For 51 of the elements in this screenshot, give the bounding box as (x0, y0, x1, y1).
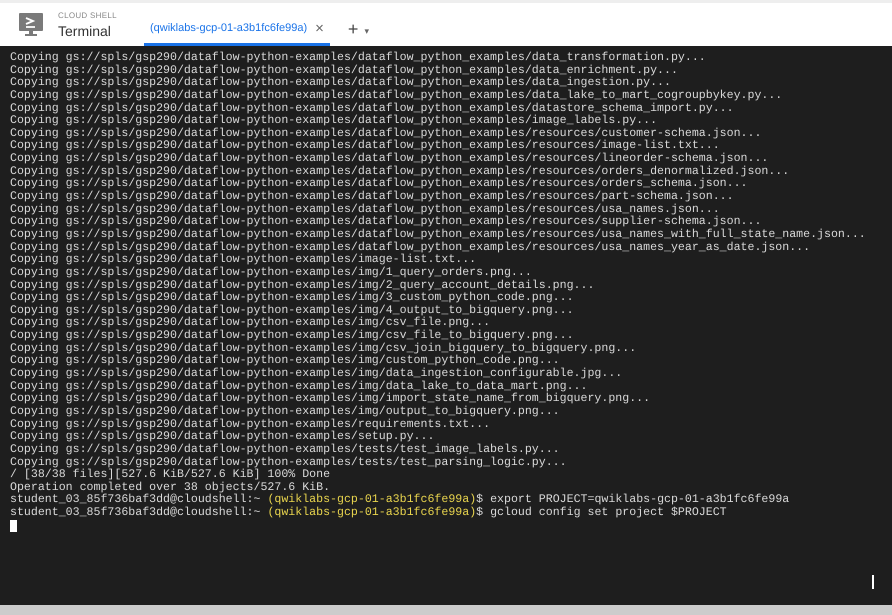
output-line: Copying gs://spls/gsp290/dataflow-python-examples/dataflow_python_examples/data_lake_to_mart_cogroupbykey.py... (10, 90, 784, 102)
output-line: Copying gs://spls/gsp290/dataflow-python-examples/img/csv_file.png... (10, 317, 492, 330)
output-line: Copying gs://spls/gsp290/dataflow-python-examples/dataflow_python_examples/resources/customer-schema.json... (10, 128, 762, 140)
output-line: Operation completed over 38 objects/527.6 KiB. (10, 482, 330, 494)
output-line: Copying gs://spls/gsp290/dataflow-python-examples/dataflow_python_examples/data_ingestion.py... (10, 77, 672, 90)
output-line: Copying gs://spls/gsp290/dataflow-python-examples/dataflow_python_examples/resources/image-list.txt... (10, 140, 721, 152)
output-line: Copying gs://spls/gsp290/dataflow-python-examples/img/data_ingestion_configurable.jpg... (10, 368, 624, 380)
output-line: Copying gs://spls/gsp290/dataflow-python-examples/dataflow_python_examples/resources/supplier-schema.json... (10, 216, 762, 228)
output-line: Copying gs://spls/gsp290/dataflow-python-examples/dataflow_python_examples/datastore_schema_import.py... (10, 102, 735, 115)
output-line: Copying gs://spls/gsp290/dataflow-python-examples/tests/test_image_labels.py... (10, 444, 561, 456)
output-line: Copying gs://spls/gsp290/dataflow-python-examples/image-list.txt... (10, 254, 478, 266)
output-line: Copying gs://spls/gsp290/dataflow-python-examples/dataflow_python_examples/resources/lineorder-schema.json... (10, 153, 770, 166)
output-line: Copying gs://spls/gsp290/dataflow-python-examples/tests/test_parsing_logic.py... (10, 456, 568, 468)
command-text: $ export PROJECT=qwiklabs-gcp-01-a3b1fc6fe99a (476, 493, 790, 506)
output-line: Copying gs://spls/gsp290/dataflow-python-examples/requirements.txt... (10, 418, 492, 431)
output-line: Copying gs://spls/gsp290/dataflow-python-examples/img/csv_file_to_bigquery.png... (10, 330, 575, 342)
add-tab-icon[interactable]: + (348, 9, 358, 40)
output-line: Copying gs://spls/gsp290/dataflow-python-examples/dataflow_python_examples/resources/part-schema.json... (10, 191, 735, 204)
terminal-pane[interactable] (0, 46, 892, 605)
output-line: Copying gs://spls/gsp290/dataflow-python-examples/dataflow_python_examples/resources/orders_denormalized.json... (10, 166, 790, 178)
terminal-monitor-icon (18, 12, 44, 38)
output-line: Copying gs://spls/gsp290/dataflow-python-examples/img/1_query_orders.png... (10, 266, 533, 280)
command-text: $ gcloud config set project $PROJECT (476, 506, 727, 520)
caret-icon[interactable]: ▾ (364, 14, 370, 36)
output-line: Copying gs://spls/gsp290/dataflow-python-examples/dataflow_python_examples/data_transformation.py... (10, 52, 707, 64)
output-line: Copying gs://spls/gsp290/dataflow-python-examples/img/custom_python_code.png... (10, 355, 561, 368)
app-subtitle: CLOUD SHELL (58, 10, 118, 20)
prompt-project: (qwiklabs-gcp-01-a3b1fc6fe99a) (267, 493, 476, 506)
block-cursor (10, 520, 17, 532)
prompt-project: (qwiklabs-gcp-01-a3b1fc6fe99a) (267, 506, 476, 520)
output-line: / [38/38 files][527.6 KiB/527.6 KiB] 100% Done (10, 469, 332, 482)
output-line: Copying gs://spls/gsp290/dataflow-python-examples/img/2_query_account_details.png... (10, 280, 596, 292)
output-line: Copying gs://spls/gsp290/dataflow-python-examples/img/csv_join_bigquery_to_bigquery.png... (10, 342, 638, 355)
text-cursor-icon (872, 575, 874, 589)
output-line: Copying gs://spls/gsp290/dataflow-python-examples/dataflow_python_examples/resources/usa_names_with_full_state_name.json... (10, 228, 867, 242)
output-line: Copying gs://spls/gsp290/dataflow-python-examples/dataflow_python_examples/data_enrichment.py... (10, 64, 679, 77)
output-line: Copying gs://spls/gsp290/dataflow-python-examples/img/3_custom_python_code.png... (10, 292, 575, 304)
output-line: Copying gs://spls/gsp290/dataflow-python-examples/img/import_state_name_from_bigquery.png... (10, 393, 652, 406)
prompt-user: student_03_85f736baf3dd@cloudshell:~ (10, 493, 260, 506)
close-icon[interactable]: × (315, 20, 324, 36)
tab-label: (qwiklabs-gcp-01-a3b1fc6fe99a) (150, 22, 308, 34)
output-line: Copying gs://spls/gsp290/dataflow-python-examples/dataflow_python_examples/resources/orders_schema.json... (10, 178, 748, 190)
app-title: Terminal (58, 22, 112, 38)
prompt-user: student_03_85f736baf3dd@cloudshell:~ (10, 506, 260, 520)
output-line: Copying gs://spls/gsp290/dataflow-python-examples/dataflow_python_examples/resources/usa_names.json... (10, 204, 720, 216)
output-line: Copying gs://spls/gsp290/dataflow-python-examples/img/output_to_bigquery.png... (10, 406, 561, 418)
output-line: Copying gs://spls/gsp290/dataflow-python-examples/img/data_lake_to_data_mart.png... (10, 380, 588, 393)
output-line: Copying gs://spls/gsp290/dataflow-python-examples/dataflow_python_examples/resources/usa_names_year_as_date.json... (10, 242, 812, 254)
output-line: Copying gs://spls/gsp290/dataflow-python-examples/setup.py... (10, 431, 436, 444)
output-line: Copying gs://spls/gsp290/dataflow-python-examples/img/4_output_to_bigquery.png... (10, 304, 575, 317)
output-line: Copying gs://spls/gsp290/dataflow-python-examples/dataflow_python_examples/image_labels.py... (10, 115, 658, 128)
